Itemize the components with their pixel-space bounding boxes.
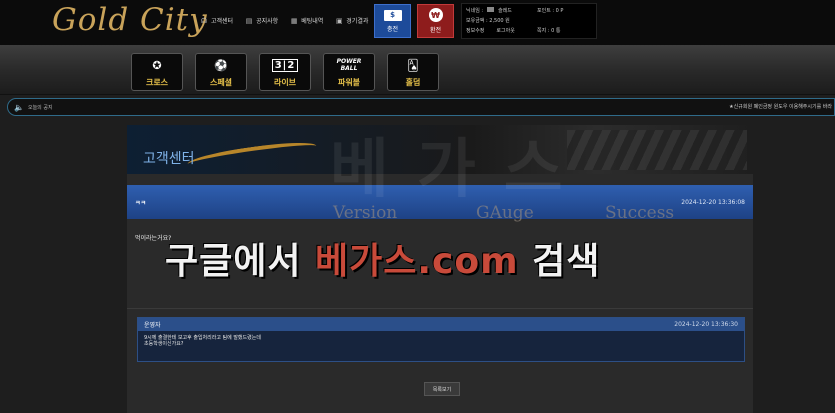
nickname-value: 슬레드 <box>498 8 512 14</box>
charge-button[interactable]: $ 충전 <box>374 4 411 38</box>
watermark-word-2: GAuge <box>476 203 534 223</box>
exchange-button[interactable]: ₩ 환전 <box>417 4 454 38</box>
top-nav: ☊ 고객센터 ▤ 공지사항 ▦ 베팅내역 ▣ 경기결과 <box>200 16 369 26</box>
question-title: ㅋㅋ <box>135 199 147 207</box>
headset-icon: ☊ <box>200 16 208 25</box>
clipboard-icon: ▤ <box>245 16 253 25</box>
nav-customer-center[interactable]: ☊ 고객센터 <box>200 16 234 26</box>
category-label: 파워볼 <box>337 78 361 87</box>
notice-marquee[interactable]: ★신규회원 폐인금정 원도우 이용해주시기를 바라 <box>729 103 832 110</box>
nav-label: 고객센터 <box>211 18 234 25</box>
user-row-1: 닉네임 : 슬레드 <box>466 7 512 14</box>
balance-display: 보유금액 : 2,500 원 <box>466 18 510 24</box>
user-info-box: 닉네임 : 슬레드 포인트 : 0 P 보유금액 : 2,500 원 정보수정 … <box>461 3 597 39</box>
nickname-label: 닉네임 : <box>466 8 484 14</box>
top-header: Gold City ☊ 고객센터 ▤ 공지사항 ▦ 베팅내역 ▣ 경기결과 $ … <box>0 0 835 45</box>
answer-box: 운영자 2024-12-20 13:36:30 9시께 출결한테 보고후 출입처… <box>137 317 745 362</box>
watermark-text-a: 구글에서 <box>165 241 316 282</box>
banner-stadium-image <box>567 130 747 170</box>
category-powerball[interactable]: POWER BALL 파워볼 <box>323 53 375 91</box>
speaker-icon: 🔈 <box>14 102 24 112</box>
back-to-list-button[interactable]: 목록보기 <box>424 382 460 396</box>
soccer-ball-icon: ⚽ <box>214 58 228 72</box>
nav-label: 베팅내역 <box>301 18 324 25</box>
answer-date: 2024-12-20 13:36:30 <box>674 321 738 328</box>
category-label: 크로스 <box>145 78 169 87</box>
nav-label: 공지사항 <box>256 18 279 25</box>
message-link[interactable]: 쪽지 : 0 통 <box>537 27 560 34</box>
score-board-icon: 3|2 <box>271 56 299 74</box>
notice-bar: 🔈 오늘의 공지 ★신규회원 폐인금정 원도우 이용해주시기를 바라 <box>7 98 835 116</box>
category-label: 스페셜 <box>209 78 233 87</box>
answer-author: 운영자 <box>144 322 161 329</box>
charge-label: 충전 <box>386 25 399 33</box>
watermark-large: 베가스 <box>330 133 591 207</box>
answer-header: 운영자 2024-12-20 13:36:30 <box>138 318 744 331</box>
category-special[interactable]: ⚽ 스페셜 <box>195 53 247 91</box>
point-display: 포인트 : 0 P <box>537 8 564 14</box>
level-badge-icon <box>487 7 495 12</box>
divider <box>127 308 753 309</box>
coin-hand-icon: ₩ <box>428 8 443 22</box>
nav-match-results[interactable]: ▣ 경기결과 <box>335 16 369 26</box>
edit-info-link[interactable]: 정보수정 <box>466 27 484 34</box>
question-date: 2024-12-20 13:36:08 <box>681 198 745 206</box>
category-bar: ✪ 크로스 ⚽ 스페셜 3|2 라이브 POWER BALL 파워볼 🂡 홀덤 <box>0 45 835 95</box>
watermark-search-text: 구글에서 베가스.com 검색 <box>165 232 600 284</box>
user-row-3: 정보수정 로그아웃 쪽지 : 0 통 <box>466 27 560 34</box>
notice-label: 오늘의 공지 <box>27 104 53 111</box>
logout-link[interactable]: 로그아웃 <box>496 27 514 34</box>
answer-line-2: 초등학생이신가요? <box>144 341 184 347</box>
page-title: 고객센터 <box>143 151 195 167</box>
site-logo[interactable]: Gold City <box>52 2 208 38</box>
exchange-label: 환전 <box>429 27 442 34</box>
category-label: 라이브 <box>273 78 297 87</box>
nav-notice[interactable]: ▤ 공지사항 <box>245 16 279 26</box>
powerball-glyph: POWER BALL <box>336 58 362 72</box>
category-label: 홀덤 <box>405 78 421 87</box>
watermark-text-c: 검색 <box>518 241 601 282</box>
answer-body: 9시께 출결한테 보고후 출입처리라고 팀에 말했드렸는데 초등학생이신가요? <box>138 331 744 351</box>
page-root: Gold City ☊ 고객센터 ▤ 공지사항 ▦ 베팅내역 ▣ 경기결과 $ … <box>0 0 835 413</box>
category-live[interactable]: 3|2 라이브 <box>259 53 311 91</box>
category-holdem[interactable]: 🂡 홀덤 <box>387 53 439 91</box>
category-cross[interactable]: ✪ 크로스 <box>131 53 183 91</box>
powerball-icon: POWER BALL <box>336 56 362 74</box>
watermark-text-b: 베가스.com <box>315 241 519 282</box>
watermark-word-1: Version <box>333 203 398 223</box>
nav-bet-history[interactable]: ▦ 베팅내역 <box>290 16 324 26</box>
cards-icon: 🂡 <box>407 58 419 72</box>
scoreboard-icon: ▣ <box>335 16 343 25</box>
watermark-word-3: Success <box>605 203 675 223</box>
banner-swoosh <box>186 138 318 172</box>
nav-label: 경기결과 <box>346 18 369 25</box>
score-glyph: 3|2 <box>271 58 299 72</box>
ticket-icon: ▦ <box>290 16 298 25</box>
medal-icon: ✪ <box>152 58 162 72</box>
money-icon: $ <box>383 9 402 21</box>
